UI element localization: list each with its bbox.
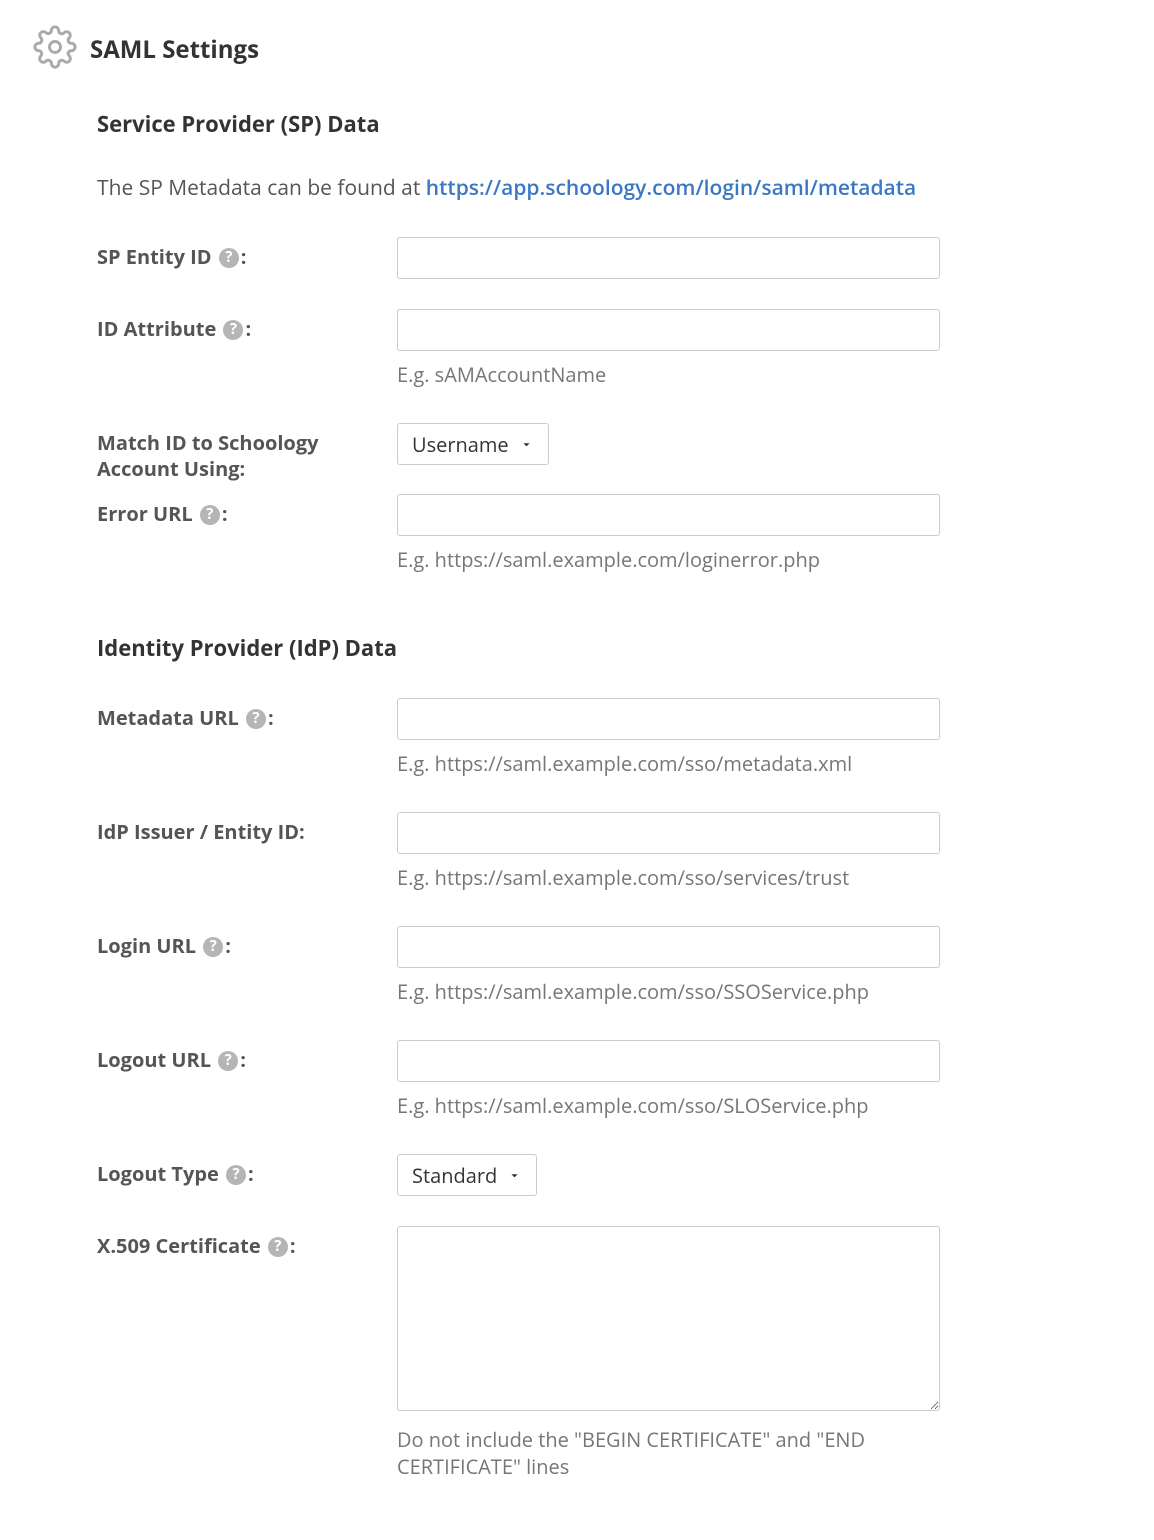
colon: : bbox=[248, 1160, 254, 1187]
match-id-selected: Username bbox=[412, 431, 509, 458]
login-url-helper: E.g. https://saml.example.com/sso/SSOSer… bbox=[397, 978, 940, 1005]
logout-url-helper: E.g. https://saml.example.com/sso/SLOSer… bbox=[397, 1092, 940, 1119]
logout-url-input[interactable] bbox=[397, 1040, 940, 1082]
id-attribute-helper: E.g. sAMAccountName bbox=[397, 361, 940, 388]
metadata-url-input[interactable] bbox=[397, 698, 940, 740]
logout-url-label: Logout URL bbox=[97, 1046, 211, 1073]
colon: : bbox=[268, 704, 274, 731]
help-icon[interactable]: ? bbox=[268, 1237, 288, 1257]
sp-metadata-prefix: The SP Metadata can be found at bbox=[97, 174, 426, 202]
error-url-input[interactable] bbox=[397, 494, 940, 536]
chevron-down-icon bbox=[519, 431, 534, 458]
match-id-select[interactable]: Username bbox=[397, 423, 549, 465]
logout-type-selected: Standard bbox=[412, 1162, 497, 1189]
id-attribute-label: ID Attribute bbox=[97, 315, 216, 342]
help-icon[interactable]: ? bbox=[223, 320, 243, 340]
id-attribute-input[interactable] bbox=[397, 309, 940, 351]
x509-textarea[interactable] bbox=[397, 1226, 940, 1411]
colon: : bbox=[290, 1232, 296, 1259]
help-icon[interactable]: ? bbox=[226, 1165, 246, 1185]
sp-metadata-line: The SP Metadata can be found at https://… bbox=[97, 174, 940, 202]
colon: : bbox=[241, 243, 247, 270]
colon: : bbox=[245, 315, 251, 342]
colon: : bbox=[225, 932, 231, 959]
help-icon[interactable]: ? bbox=[203, 937, 223, 957]
logout-type-label: Logout Type bbox=[97, 1160, 219, 1187]
gear-icon bbox=[20, 25, 90, 74]
idp-issuer-label: IdP Issuer / Entity ID: bbox=[97, 818, 305, 845]
sp-entity-id-input[interactable] bbox=[397, 237, 940, 279]
sp-section-title: Service Provider (SP) Data bbox=[97, 109, 940, 139]
chevron-down-icon bbox=[507, 1162, 522, 1189]
logout-type-select[interactable]: Standard bbox=[397, 1154, 537, 1196]
sp-metadata-link[interactable]: https://app.schoology.com/login/saml/met… bbox=[426, 174, 916, 202]
error-url-label: Error URL bbox=[97, 500, 193, 527]
idp-issuer-input[interactable] bbox=[397, 812, 940, 854]
idp-section-title: Identity Provider (IdP) Data bbox=[97, 633, 940, 663]
sp-entity-id-label: SP Entity ID bbox=[97, 243, 212, 270]
metadata-url-label: Metadata URL bbox=[97, 704, 239, 731]
login-url-label: Login URL bbox=[97, 932, 196, 959]
help-icon[interactable]: ? bbox=[200, 505, 220, 525]
x509-label: X.509 Certificate bbox=[97, 1232, 261, 1259]
error-url-helper: E.g. https://saml.example.com/loginerror… bbox=[397, 546, 940, 573]
colon: : bbox=[240, 1046, 246, 1073]
match-id-label: Match ID to Schoology Account Using: bbox=[97, 429, 319, 482]
idp-issuer-helper: E.g. https://saml.example.com/sso/servic… bbox=[397, 864, 940, 891]
x509-helper: Do not include the "BEGIN CERTIFICATE" a… bbox=[397, 1426, 940, 1480]
page-title: SAML Settings bbox=[90, 33, 259, 66]
login-url-input[interactable] bbox=[397, 926, 940, 968]
help-icon[interactable]: ? bbox=[218, 1051, 238, 1071]
help-icon[interactable]: ? bbox=[246, 709, 266, 729]
colon: : bbox=[222, 500, 228, 527]
metadata-url-helper: E.g. https://saml.example.com/sso/metada… bbox=[397, 750, 940, 777]
help-icon[interactable]: ? bbox=[219, 248, 239, 268]
